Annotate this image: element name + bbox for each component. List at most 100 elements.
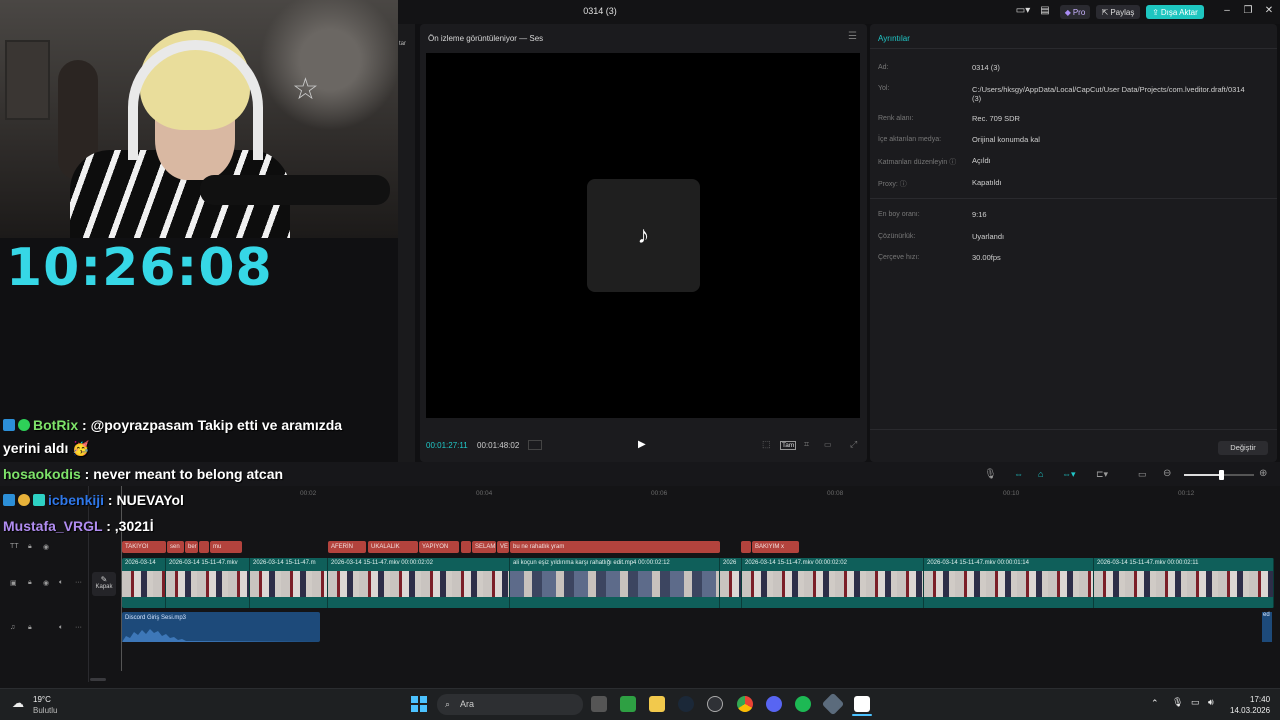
ruler-tick: 00:12 <box>1178 490 1195 497</box>
text-clip[interactable]: sen <box>167 541 184 553</box>
full-quality-toggle[interactable]: Tam <box>780 441 797 450</box>
preview-axis-icon[interactable]: ⊏▾ <box>1096 469 1108 480</box>
text-clip[interactable]: VE <box>497 541 509 553</box>
text-clip[interactable]: mu <box>210 541 242 553</box>
lock-icon[interactable]: 🔒︎ <box>28 543 32 551</box>
audio-clip[interactable]: Discord Giriş Sesi.mp3 <box>122 612 320 642</box>
text-clip[interactable]: UKALALIK <box>368 541 418 553</box>
zoom-in-icon[interactable]: ⊕ <box>1259 468 1267 479</box>
fit-icon[interactable]: ⬚ <box>762 439 771 450</box>
network-icon[interactable]: ▭ <box>1191 697 1200 708</box>
text-clip[interactable]: TAKIYOI <box>122 541 166 553</box>
detail-value-framerate: 30.00fps <box>972 253 1001 262</box>
video-clip[interactable]: 2026-03-14 15-11-47.m <box>250 558 328 608</box>
task-view-icon[interactable] <box>591 696 607 712</box>
taskbar-time[interactable]: 17:40 <box>1250 695 1270 704</box>
text-clip[interactable] <box>461 541 471 553</box>
eye-icon[interactable]: ◉ <box>43 543 49 551</box>
video-track[interactable]: 2026-03-14 2026-03-14 15-11-47.mkv 2026-… <box>122 558 1274 608</box>
fullscreen-icon[interactable]: ⤢ <box>850 439 857 450</box>
close-icon[interactable]: ✕ <box>1262 4 1276 18</box>
chevron-up-icon[interactable]: ⌃ <box>1151 698 1159 709</box>
video-thumbnails <box>924 571 1093 597</box>
video-clip[interactable]: 2026-03-14 15-11-47.mkv 00:00:02:02 <box>328 558 510 608</box>
zoom-out-icon[interactable]: ⊖ <box>1163 468 1171 479</box>
eye-icon[interactable]: ◉ <box>43 579 49 587</box>
layout-icon[interactable]: ▭▾ <box>1012 4 1034 18</box>
video-clip[interactable]: 2026-03-14 15-11-47.mkv 00:00:01:14 <box>924 558 1094 608</box>
text-clip[interactable]: SELAM <box>472 541 496 553</box>
detail-value-import[interactable]: Orijinal konumda kal <box>972 135 1040 144</box>
spotify-icon[interactable] <box>795 696 811 712</box>
chat-message: hosaokodis : never meant to belong atcan <box>3 466 284 482</box>
pencil-icon: ✎ <box>100 575 108 584</box>
play-icon[interactable]: ▶ <box>638 439 646 450</box>
text-clip[interactable]: AFERİN <box>328 541 366 553</box>
video-clip[interactable]: 2026-03-14 15-11-47.mkv 00:00:02:02 <box>742 558 924 608</box>
steam-icon[interactable] <box>678 696 694 712</box>
detail-value-proxy[interactable]: Kapatıldı <box>972 178 1002 187</box>
radiation-icon <box>18 494 30 506</box>
text-clip[interactable]: YAPIYON <box>419 541 459 553</box>
zoom-slider-handle[interactable] <box>1219 470 1224 480</box>
crop-icon[interactable]: ⌗ <box>804 439 809 450</box>
speaker-icon[interactable]: 🔈︎ <box>59 624 63 632</box>
minecraft-icon[interactable] <box>620 696 636 712</box>
video-clip[interactable]: 2026 <box>720 558 742 608</box>
clock-app-icon[interactable] <box>707 696 723 712</box>
microphone-icon[interactable]: 🎙 <box>1172 697 1183 708</box>
windows-start-icon[interactable] <box>411 696 427 712</box>
linkage-icon[interactable]: ⇔▾ <box>1062 469 1076 480</box>
minimize-icon[interactable]: – <box>1220 4 1234 18</box>
discord-icon[interactable] <box>766 696 782 712</box>
video-clip[interactable]: 2026-03-14 15-11-47.mkv <box>166 558 250 608</box>
menu-icon[interactable]: ☰ <box>848 31 857 42</box>
change-button[interactable]: Değiştir <box>1218 441 1268 455</box>
magnet-icon[interactable]: ⌂ <box>1038 469 1043 479</box>
stream-clock: 10:26:08 <box>6 238 273 298</box>
ruler-tick: 00:06 <box>651 490 668 497</box>
text-clip[interactable] <box>199 541 209 553</box>
divider <box>88 486 89 682</box>
subtitle-icon[interactable]: ▭ <box>1138 469 1147 480</box>
text-clip[interactable]: bu ne rahatlık yram <box>510 541 720 553</box>
shortcuts-icon[interactable]: ▤ <box>1038 4 1052 18</box>
weather-desc[interactable]: Bulutlu <box>33 706 57 715</box>
file-explorer-icon[interactable] <box>649 696 665 712</box>
divider <box>870 429 1277 430</box>
export-button[interactable]: ⇪ Dışa Aktar <box>1146 5 1204 19</box>
speaker-icon[interactable]: 🔈︎ <box>59 579 63 587</box>
more-icon[interactable]: ··· <box>75 579 82 586</box>
timeline-scrollbar[interactable] <box>90 678 106 681</box>
detail-value-layers[interactable]: Açıldı <box>972 156 991 165</box>
lock-icon[interactable]: 🔒︎ <box>28 579 32 587</box>
cover-button[interactable]: ✎ Kapak <box>92 572 116 596</box>
link-main-track-icon[interactable]: ⇔ <box>1014 469 1023 479</box>
ratio-icon[interactable]: ▭ <box>824 440 832 449</box>
video-clip[interactable]: ali koçun eşiz yıldırıma karşı rahatlığı… <box>510 558 720 608</box>
timecode-grid-icon[interactable] <box>528 440 542 450</box>
lock-icon[interactable]: 🔒︎ <box>28 624 32 632</box>
audio-clip-edge[interactable]: ed <box>1262 612 1272 642</box>
detail-label-path: Yol: <box>878 85 890 92</box>
taskbar-search[interactable]: ⌕ Ara <box>437 694 583 715</box>
text-clip[interactable]: BAKIYIM x <box>752 541 799 553</box>
text-clip[interactable]: ber <box>185 541 198 553</box>
capcut-icon[interactable] <box>854 696 870 712</box>
pro-button[interactable]: ◆ Pro <box>1060 5 1090 19</box>
weather-temp[interactable]: 19°C <box>33 695 51 704</box>
video-clip[interactable]: 2026-03-14 <box>122 558 166 608</box>
zoom-slider-fill <box>1184 474 1222 476</box>
volume-icon[interactable]: 🔊︎ <box>1208 697 1214 708</box>
share-button[interactable]: ⇱ Paylaş <box>1096 5 1140 19</box>
badge-icon <box>3 494 15 506</box>
chrome-icon[interactable] <box>737 696 753 712</box>
text-clip[interactable] <box>741 541 751 553</box>
video-clip[interactable]: 2026-03-14 15-11-47.mkv 00:00:02:11 <box>1094 558 1274 608</box>
maximize-icon[interactable]: ❐ <box>1241 4 1255 18</box>
weather-icon[interactable]: ☁ <box>12 696 24 710</box>
taskbar-date[interactable]: 14.03.2026 <box>1230 706 1270 715</box>
microphone-icon[interactable]: 🎙 <box>984 469 997 480</box>
more-icon[interactable]: ··· <box>75 624 82 631</box>
preview-title: Ön izleme görüntüleniyor — Ses <box>428 34 544 43</box>
